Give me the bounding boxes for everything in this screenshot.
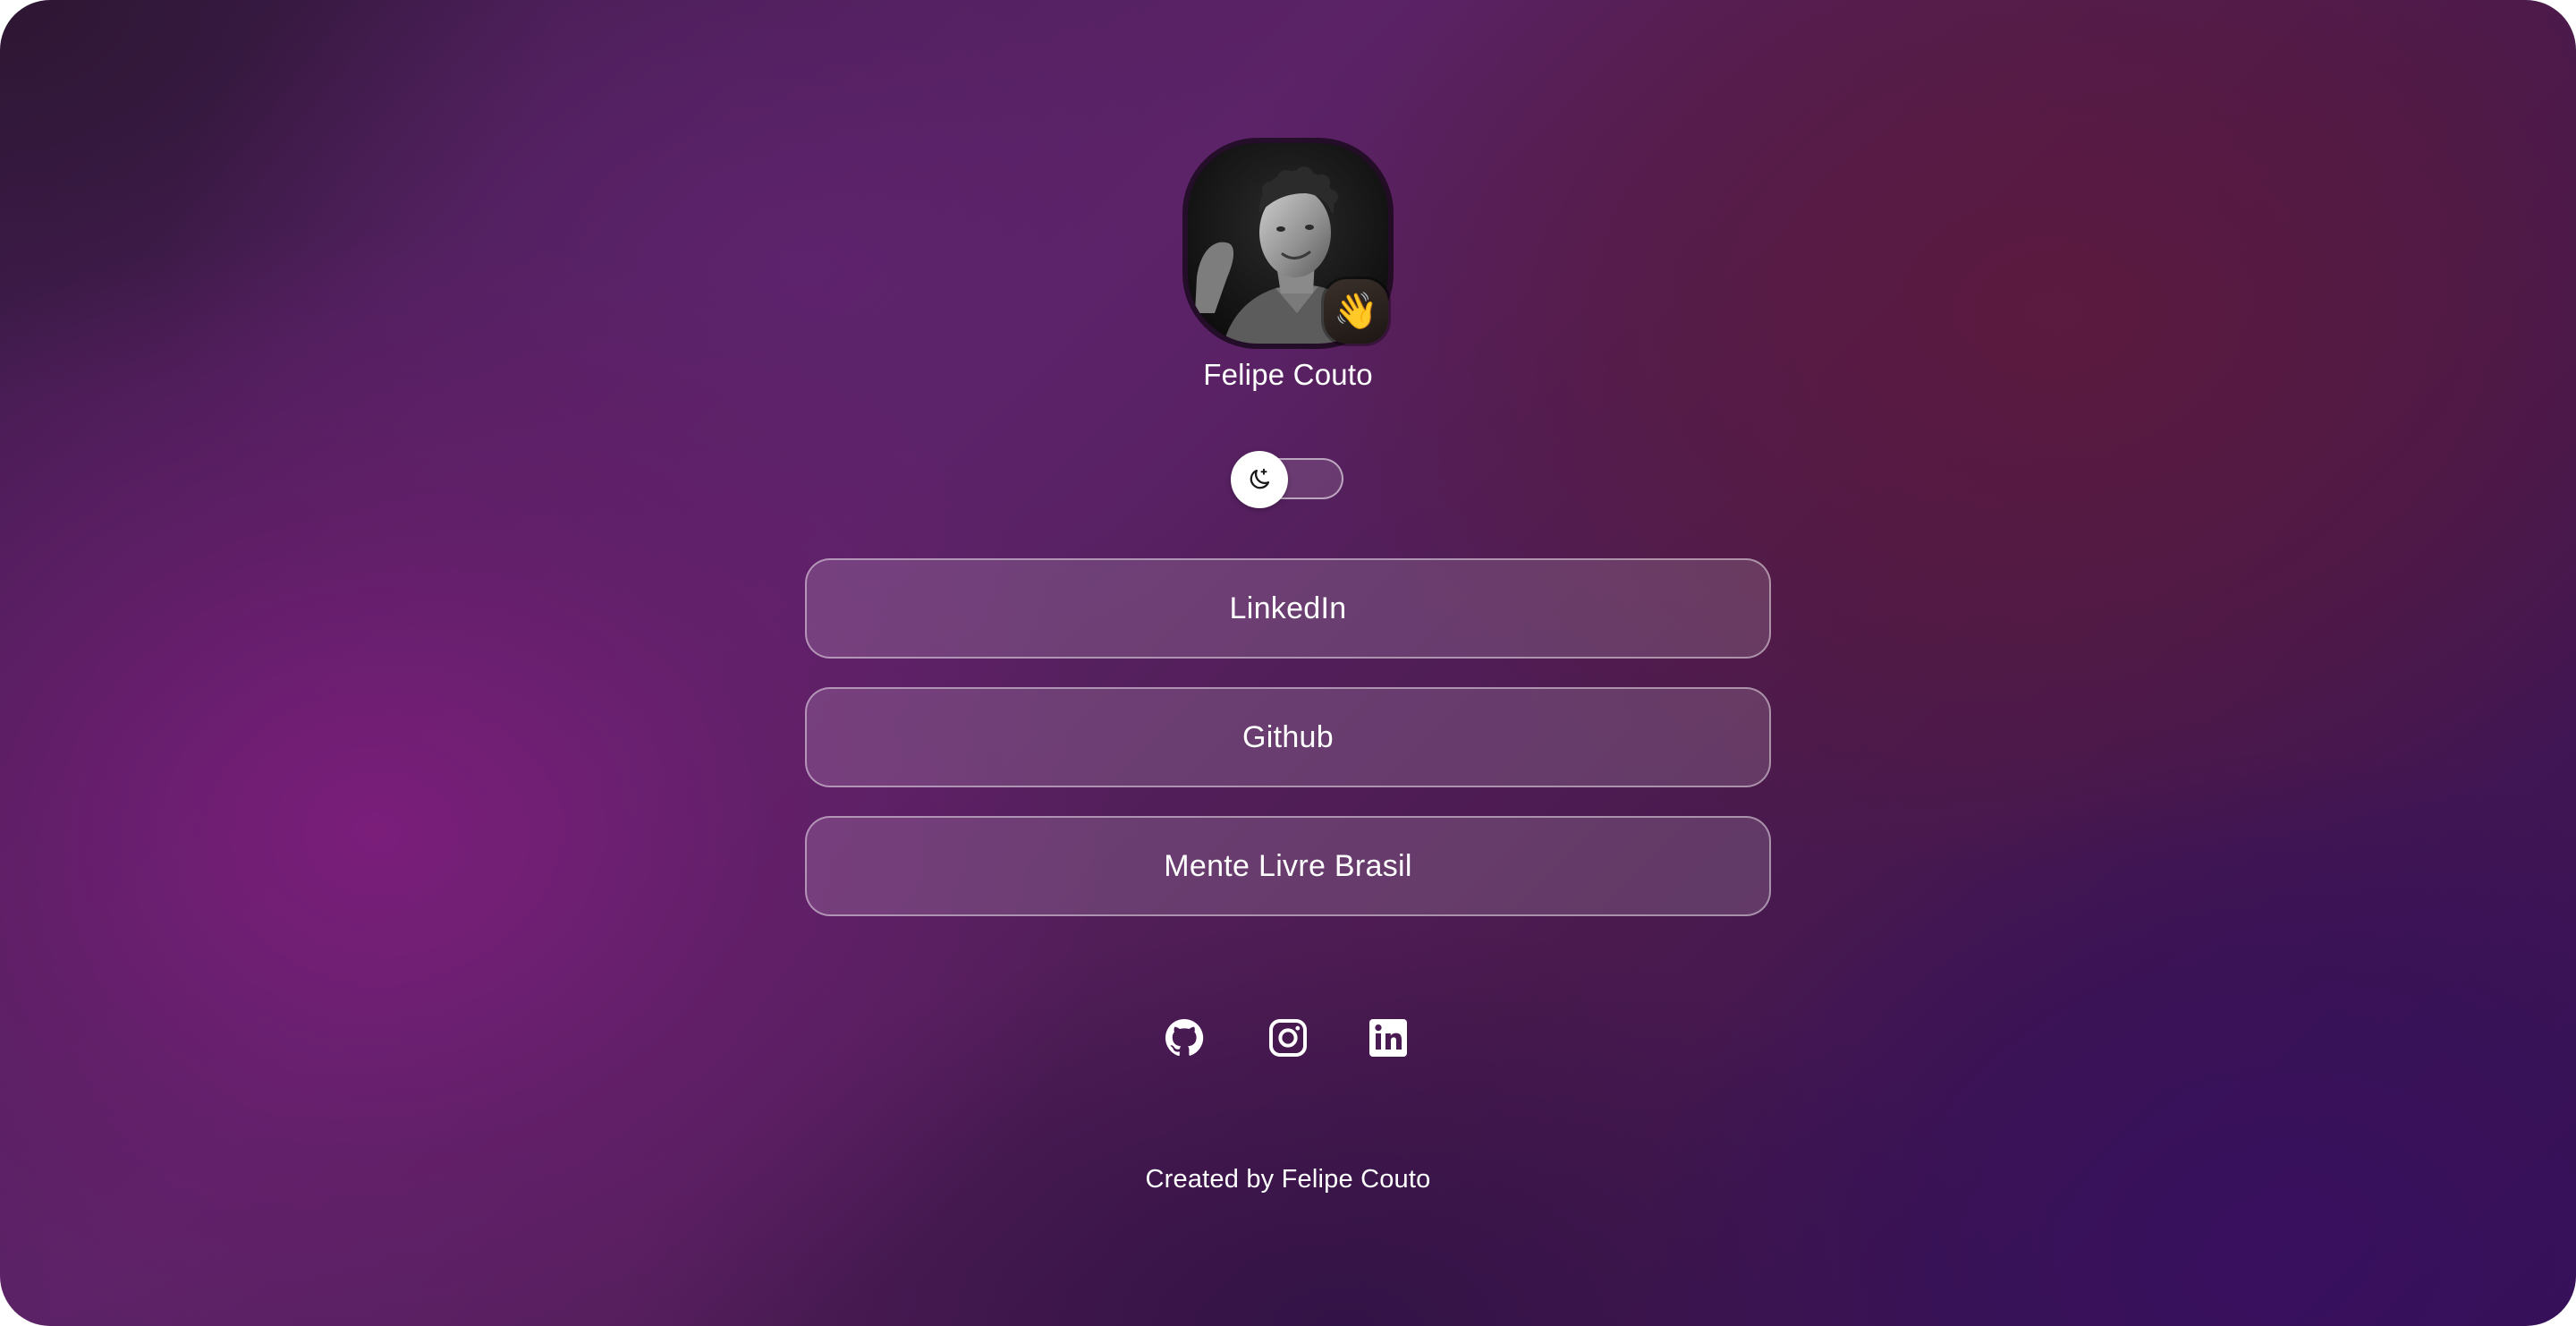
footer-credit: Created by Felipe Couto [1145,1165,1431,1194]
toggle-knob[interactable] [1231,451,1288,508]
github-icon[interactable] [1163,1016,1206,1059]
avatar-container: 👋 [1188,143,1388,344]
profile-page: 👋 Felipe Couto LinkedIn Github Mente Liv… [0,0,2576,1326]
link-list: LinkedIn Github Mente Livre Brasil [805,558,1771,945]
wave-emoji-badge: 👋 [1324,279,1388,344]
theme-toggle[interactable] [1231,451,1345,508]
instagram-icon[interactable] [1267,1016,1309,1059]
linkedin-icon[interactable] [1367,1016,1410,1059]
mente-livre-brasil-link-button[interactable]: Mente Livre Brasil [805,816,1771,916]
social-icons [1163,1016,1413,1059]
linkedin-link-button[interactable]: LinkedIn [805,558,1771,659]
github-link-button[interactable]: Github [805,687,1771,787]
profile-name: Felipe Couto [1203,358,1373,391]
moon-icon [1250,468,1270,489]
